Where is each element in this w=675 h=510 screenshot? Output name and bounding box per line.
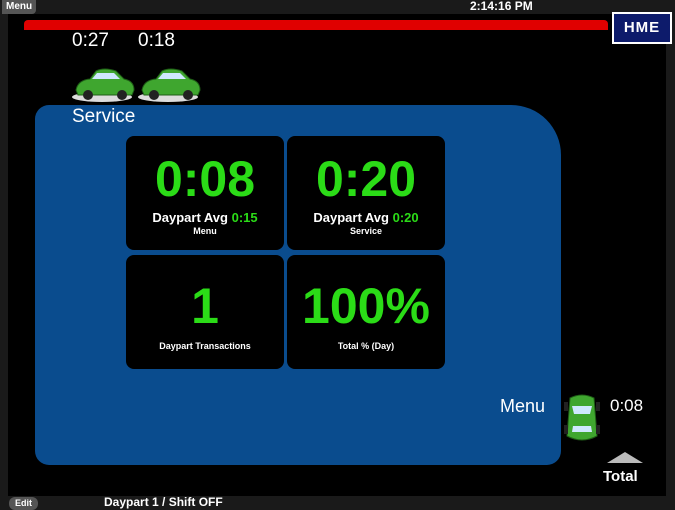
service-title: Service [72, 106, 136, 127]
total-percent-value: 100% [302, 278, 430, 334]
transactions-value: 1 [191, 278, 219, 334]
daypart-avg-value: 0:20 [392, 210, 419, 225]
total-percent-tile[interactable]: 100% Total % (Day) [287, 255, 445, 369]
total-percent-label: Total % (Day) [337, 341, 395, 351]
car-icon[interactable] [138, 66, 202, 104]
menu-avg-tile[interactable]: 0:08 Daypart Avg 0:15 Menu [126, 136, 284, 250]
daypart-status: Daypart 1 / Shift OFF [104, 495, 223, 509]
tile-sublabel: Menu [193, 226, 217, 236]
edit-button[interactable]: Edit [9, 497, 38, 510]
queue-timer-1: 0:27 [72, 30, 109, 51]
queue-timer-2: 0:18 [138, 30, 175, 51]
alert-bar [24, 20, 608, 30]
transactions-label: Daypart Transactions [159, 341, 251, 351]
hme-logo: HME [612, 12, 672, 44]
total-button[interactable]: Total [603, 468, 638, 485]
car-top-icon[interactable] [564, 392, 600, 444]
lane-menu-label: Menu [500, 396, 546, 416]
up-arrow-icon[interactable] [607, 452, 643, 463]
tile-sublabel: Service [349, 226, 383, 236]
daypart-avg-value: 0:15 [231, 210, 258, 225]
lane-time: 0:08 [610, 396, 644, 415]
clock: 2:14:16 PM [470, 0, 533, 13]
menu-tab-button[interactable]: Menu [2, 0, 37, 14]
daypart-avg-label: Daypart Avg 0:15 [152, 210, 258, 225]
daypart-avg-label: Daypart Avg 0:20 [313, 210, 419, 225]
service-time-value: 0:20 [315, 151, 417, 207]
menu-time-value: 0:08 [154, 151, 256, 207]
car-icon[interactable] [72, 66, 136, 104]
transactions-tile[interactable]: 1 Daypart Transactions [126, 255, 284, 369]
service-avg-tile[interactable]: 0:20 Daypart Avg 0:20 Service [287, 136, 445, 250]
